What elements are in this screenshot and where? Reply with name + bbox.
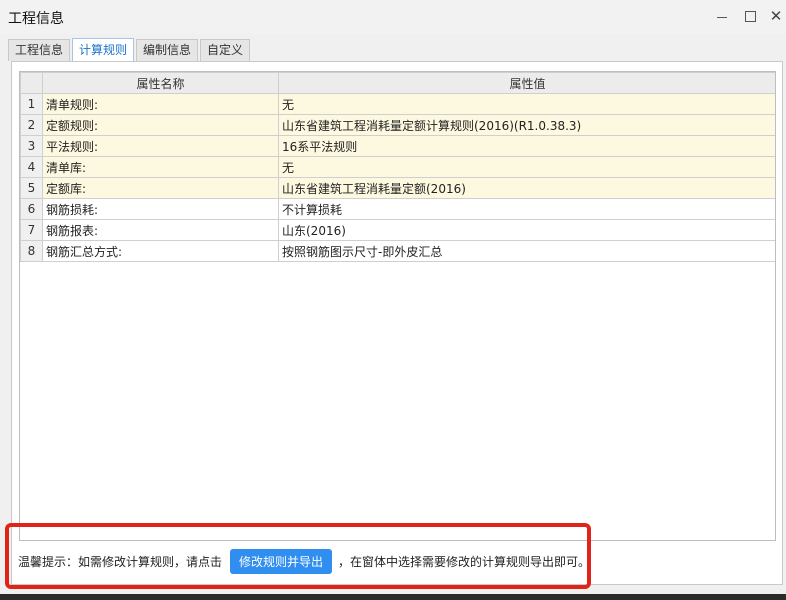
row-index: 1	[20, 93, 43, 115]
tab-project-info[interactable]: 工程信息	[8, 39, 71, 61]
table-row[interactable]: 4 清单库: 无	[20, 156, 775, 178]
table-row[interactable]: 2 定额规则: 山东省建筑工程消耗量定额计算规则(2016)(R1.0.38.3…	[20, 114, 775, 136]
property-name-cell: 清单库:	[42, 156, 279, 178]
property-name-cell: 钢筋损耗:	[42, 198, 279, 220]
minimize-button[interactable]	[712, 6, 732, 26]
header-index	[20, 72, 43, 94]
tip-suffix-text: ，在窗体中选择需要修改的计算规则导出即可。	[338, 554, 591, 569]
property-grid: 属性名称 属性值 1 清单规则: 无 2 定额规则: 山东省建筑工程消耗量定额计…	[19, 71, 776, 541]
title-bar: 工程信息 ✕	[0, 0, 786, 34]
maximize-icon	[744, 10, 756, 22]
tip-prefix-text: 温馨提示：如需修改计算规则，请点击	[18, 554, 223, 569]
tip-bar: 温馨提示：如需修改计算规则，请点击 修改规则并导出 ，在窗体中选择需要修改的计算…	[18, 548, 590, 574]
maximize-button[interactable]	[740, 6, 760, 26]
table-row[interactable]: 6 钢筋损耗: 不计算损耗	[20, 198, 775, 220]
tab-bar: 工程信息 计算规则 编制信息 自定义	[8, 38, 251, 62]
table-row[interactable]: 1 清单规则: 无	[20, 93, 775, 115]
row-index: 2	[20, 114, 43, 136]
property-value-cell[interactable]: 无	[278, 93, 775, 115]
close-button[interactable]: ✕	[766, 6, 786, 26]
minimize-icon	[717, 16, 727, 18]
tab-calc-rules[interactable]: 计算规则	[72, 38, 135, 62]
property-name-cell: 平法规则:	[42, 135, 279, 157]
table-row[interactable]: 3 平法规则: 16系平法规则	[20, 135, 775, 157]
property-table: 属性名称 属性值 1 清单规则: 无 2 定额规则: 山东省建筑工程消耗量定额计…	[20, 72, 775, 262]
row-index: 3	[20, 135, 43, 157]
row-index: 8	[20, 240, 43, 262]
row-index: 7	[20, 219, 43, 241]
property-name-cell: 钢筋汇总方式:	[42, 240, 279, 262]
property-value-cell[interactable]: 16系平法规则	[278, 135, 775, 157]
window-title: 工程信息	[8, 11, 64, 27]
row-index: 4	[20, 156, 43, 178]
property-name-cell: 钢筋报表:	[42, 219, 279, 241]
taskbar-strip	[0, 594, 786, 600]
table-row[interactable]: 5 定额库: 山东省建筑工程消耗量定额(2016)	[20, 177, 775, 199]
modify-rules-export-button[interactable]: 修改规则并导出	[230, 548, 333, 574]
header-property-value: 属性值	[278, 72, 775, 94]
property-name-cell: 定额规则:	[42, 114, 279, 136]
property-value-cell[interactable]: 不计算损耗	[278, 198, 775, 220]
close-icon: ✕	[769, 7, 783, 25]
table-header-row: 属性名称 属性值	[20, 72, 775, 94]
property-name-cell: 清单规则:	[42, 93, 279, 115]
table-row[interactable]: 8 钢筋汇总方式: 按照钢筋图示尺寸-即外皮汇总	[20, 240, 775, 262]
row-index: 5	[20, 177, 43, 199]
property-value-cell[interactable]: 山东省建筑工程消耗量定额计算规则(2016)(R1.0.38.3)	[278, 114, 775, 136]
table-row[interactable]: 7 钢筋报表: 山东(2016)	[20, 219, 775, 241]
property-name-cell: 定额库:	[42, 177, 279, 199]
header-property-name: 属性名称	[42, 72, 279, 94]
property-value-cell[interactable]: 山东(2016)	[278, 219, 775, 241]
property-value-cell[interactable]: 山东省建筑工程消耗量定额(2016)	[278, 177, 775, 199]
property-value-cell[interactable]: 按照钢筋图示尺寸-即外皮汇总	[278, 240, 775, 262]
row-index: 6	[20, 198, 43, 220]
property-value-cell[interactable]: 无	[278, 156, 775, 178]
tab-custom[interactable]: 自定义	[200, 39, 251, 61]
tab-content-panel: 属性名称 属性值 1 清单规则: 无 2 定额规则: 山东省建筑工程消耗量定额计…	[11, 61, 783, 585]
tab-compile-info[interactable]: 编制信息	[136, 39, 199, 61]
